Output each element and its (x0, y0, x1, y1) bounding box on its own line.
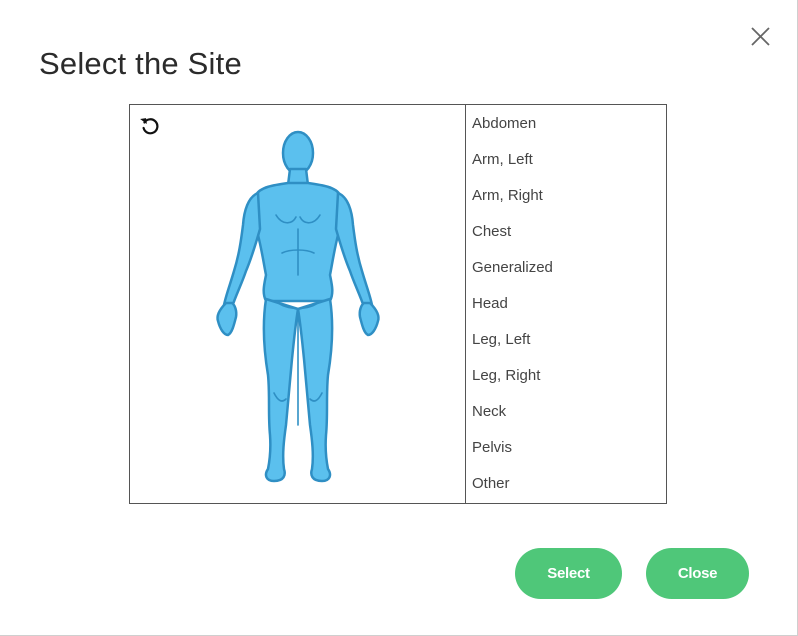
site-option-leg-right[interactable]: Leg, Right (466, 358, 666, 394)
human-body-front-figure[interactable] (210, 125, 386, 485)
site-option-other[interactable]: Other (466, 466, 666, 502)
select-button[interactable]: Select (515, 548, 622, 599)
site-option-abdomen[interactable]: Abdomen (466, 106, 666, 142)
site-picker: Abdomen Arm, Left Arm, Right Chest Gener… (129, 104, 667, 504)
site-list: Abdomen Arm, Left Arm, Right Chest Gener… (466, 105, 666, 503)
site-option-leg-left[interactable]: Leg, Left (466, 322, 666, 358)
site-option-arm-right[interactable]: Arm, Right (466, 178, 666, 214)
select-site-dialog: Select the Site Abdomen Arm, Left Arm, R… (0, 0, 798, 636)
body-figure-pane (130, 105, 466, 503)
dialog-title: Select the Site (39, 46, 242, 81)
site-option-arm-left[interactable]: Arm, Left (466, 142, 666, 178)
rotate-ccw-icon[interactable] (139, 115, 161, 137)
site-option-neck[interactable]: Neck (466, 394, 666, 430)
site-option-pelvis[interactable]: Pelvis (466, 430, 666, 466)
close-icon[interactable] (750, 26, 771, 47)
site-option-head[interactable]: Head (466, 286, 666, 322)
close-button[interactable]: Close (646, 548, 749, 599)
site-option-generalized[interactable]: Generalized (466, 250, 666, 286)
site-option-chest[interactable]: Chest (466, 214, 666, 250)
